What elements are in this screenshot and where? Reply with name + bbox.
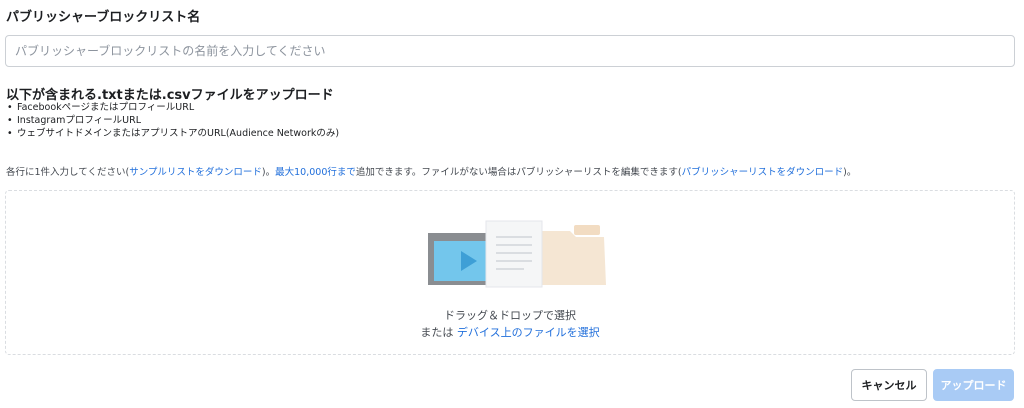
help-text: 各行に1件入力してください(サンプルリストをダウンロード)。最大10,000行ま…: [6, 164, 856, 178]
download-sample-list-link[interactable]: サンプルリストをダウンロード: [129, 167, 262, 178]
or-text: または: [420, 326, 454, 339]
help-text-part: 各行に1件入力してください(: [6, 167, 130, 178]
upload-button[interactable]: アップロード: [933, 369, 1014, 401]
help-text-part: 追加できます。ファイルがない場合はパブリッシャーリストを編集できます(: [355, 167, 682, 178]
select-file-row: または デバイス上のファイルを選択: [6, 324, 1014, 340]
requirements-list: FacebookページまたはプロフィールURL InstagramプロフィールU…: [6, 101, 339, 140]
max-rows-link[interactable]: 最大10,000行まで: [275, 167, 356, 178]
folder-tab: [574, 225, 600, 235]
cancel-button[interactable]: キャンセル: [851, 369, 927, 401]
file-dropzone[interactable]: ドラッグ＆ドロップで選択 または デバイス上のファイルを選択: [5, 190, 1015, 355]
list-item: InstagramプロフィールURL: [6, 114, 339, 127]
file-upload-illustration-icon: [428, 220, 606, 288]
list-item: FacebookページまたはプロフィールURL: [6, 101, 339, 114]
help-text-part: )。: [261, 167, 276, 178]
select-file-on-device-link[interactable]: デバイス上のファイルを選択: [457, 326, 600, 339]
drag-drop-text: ドラッグ＆ドロップで選択: [444, 309, 576, 322]
help-text-part: )。: [843, 167, 857, 178]
publisher-blocklist-name-label: パブリッシャーブロックリスト名: [6, 10, 201, 25]
list-item: ウェブサイトドメインまたはアプリストアのURL(Audience Network…: [6, 127, 339, 140]
download-publisher-list-link[interactable]: パブリッシャーリストをダウンロード: [682, 167, 844, 178]
folder-icon: [542, 231, 606, 285]
blocklist-name-input[interactable]: [5, 35, 1015, 67]
